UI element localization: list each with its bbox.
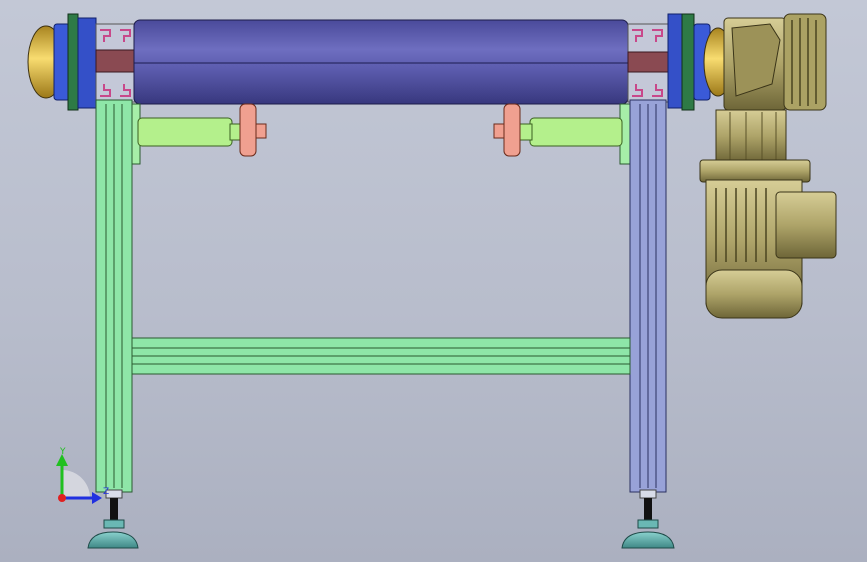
triad-xz-plane: [62, 470, 90, 498]
right-shaft-collar: [519, 123, 533, 141]
right-bushing-stub: [493, 123, 505, 139]
main-roller[interactable]: [133, 19, 629, 105]
right-end-assembly[interactable]: [627, 13, 733, 111]
right-plate-green[interactable]: [681, 13, 695, 111]
left-bushing[interactable]: [239, 103, 257, 157]
left-end-assembly[interactable]: [27, 13, 137, 111]
left-leg[interactable]: [95, 99, 133, 493]
motor-fan-cover[interactable]: [705, 269, 803, 319]
triad-x-origin: [58, 494, 66, 502]
right-foot-pad[interactable]: [621, 531, 675, 549]
right-foot-collar: [639, 489, 657, 499]
left-axle[interactable]: [95, 49, 137, 73]
motor-terminal-box[interactable]: [775, 191, 837, 259]
cross-beam[interactable]: [131, 337, 631, 375]
left-idler-shaft[interactable]: [129, 103, 267, 165]
right-idler-shaft[interactable]: [493, 103, 631, 165]
left-foot-stem[interactable]: [110, 498, 118, 520]
right-shaft[interactable]: [529, 117, 623, 147]
left-bushing-stub: [255, 123, 267, 139]
motor-flange[interactable]: [699, 159, 811, 183]
right-leg[interactable]: [629, 99, 667, 493]
triad-z-arrow: [92, 492, 102, 504]
gearbox-end-cover[interactable]: [783, 13, 827, 111]
right-foot-nut: [637, 519, 659, 529]
triad-y-label: Y: [59, 447, 66, 457]
left-plate-blue[interactable]: [77, 17, 97, 109]
right-axle[interactable]: [627, 51, 671, 73]
triad-z-label: Z: [103, 487, 109, 497]
right-bushing[interactable]: [503, 103, 521, 157]
right-foot-stem[interactable]: [644, 498, 652, 520]
conveyor-model[interactable]: Y Z: [0, 0, 867, 562]
left-shaft[interactable]: [137, 117, 233, 147]
right-plate-blue[interactable]: [667, 13, 683, 109]
right-foot[interactable]: [621, 489, 675, 549]
cad-viewport[interactable]: Y Z: [0, 0, 867, 562]
left-foot-nut: [103, 519, 125, 529]
left-foot-pad[interactable]: [87, 531, 139, 549]
left-plate-green[interactable]: [67, 13, 79, 111]
